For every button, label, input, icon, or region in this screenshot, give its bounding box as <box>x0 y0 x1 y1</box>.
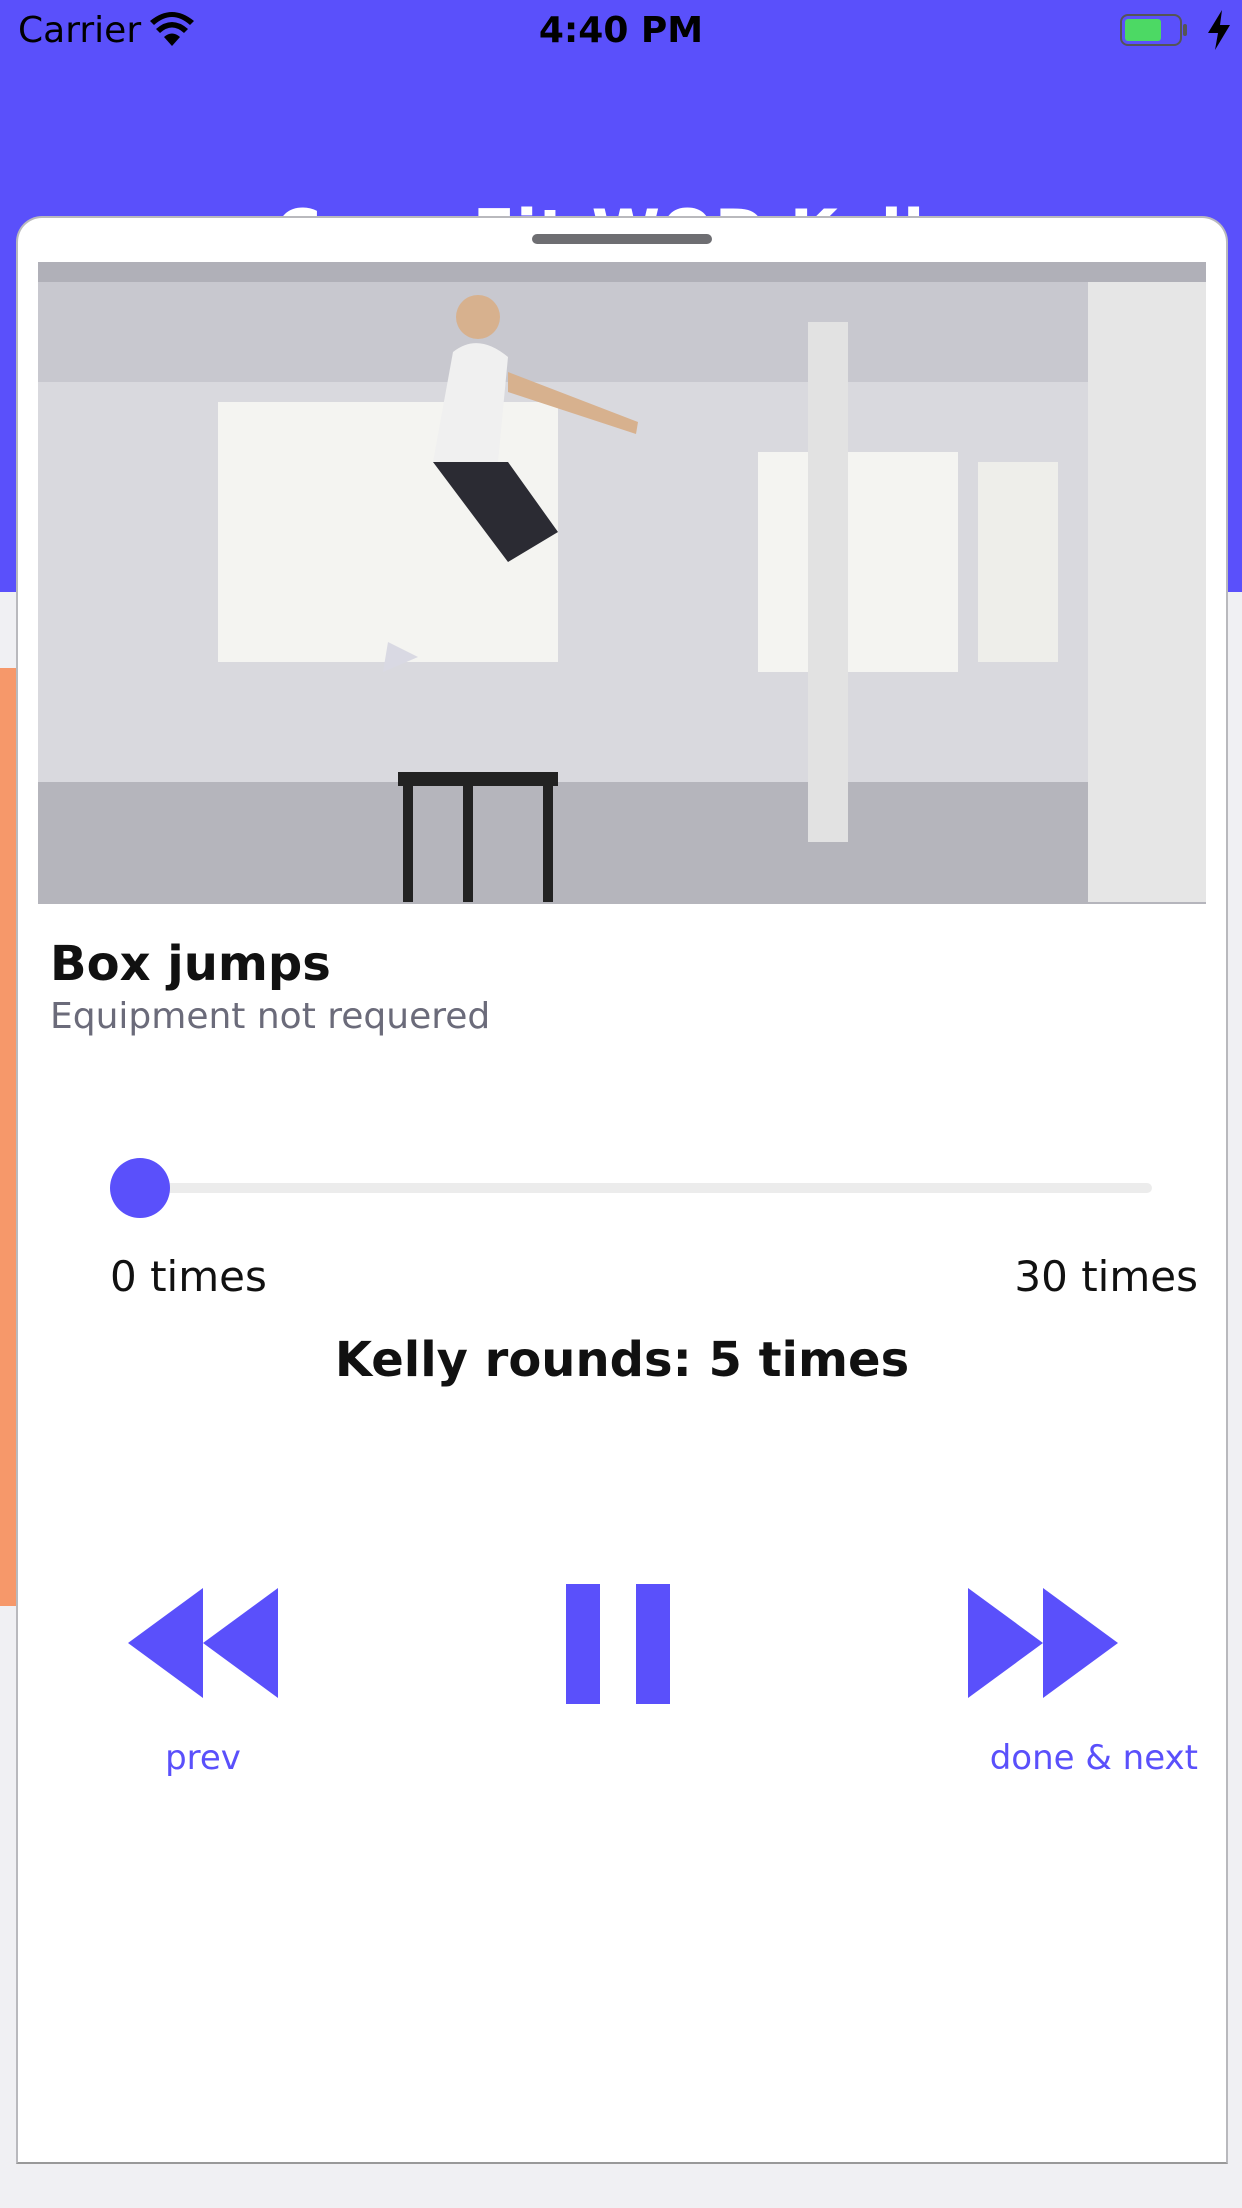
slider-track[interactable] <box>110 1183 1152 1193</box>
bolt-icon <box>1208 10 1230 50</box>
pause-icon[interactable] <box>566 1584 670 1704</box>
exercise-sheet: Box jumps Equipment not requered 0 times… <box>16 216 1228 2164</box>
fast-forward-icon[interactable] <box>968 1588 1118 1698</box>
exercise-photo <box>38 262 1206 904</box>
battery-icon <box>1120 14 1187 46</box>
slider-min-label: 0 times <box>110 1252 267 1301</box>
rounds-label: Kelly rounds: 5 times <box>334 1332 910 1388</box>
status-bar: Carrier 4:40 PM <box>0 0 1242 62</box>
slider-thumb[interactable] <box>110 1158 170 1218</box>
next-button-label[interactable]: done & next <box>898 1738 1198 1778</box>
rewind-icon[interactable] <box>128 1588 278 1698</box>
prev-button-label[interactable]: prev <box>138 1738 268 1778</box>
exercise-name: Box jumps <box>50 936 331 992</box>
sheet-grabber[interactable] <box>532 234 712 244</box>
equipment-note: Equipment not requered <box>50 996 491 1037</box>
progress-slider[interactable] <box>110 1158 1152 1218</box>
status-time: 4:40 PM <box>538 10 704 51</box>
slider-max-label: 30 times <box>1014 1252 1198 1301</box>
